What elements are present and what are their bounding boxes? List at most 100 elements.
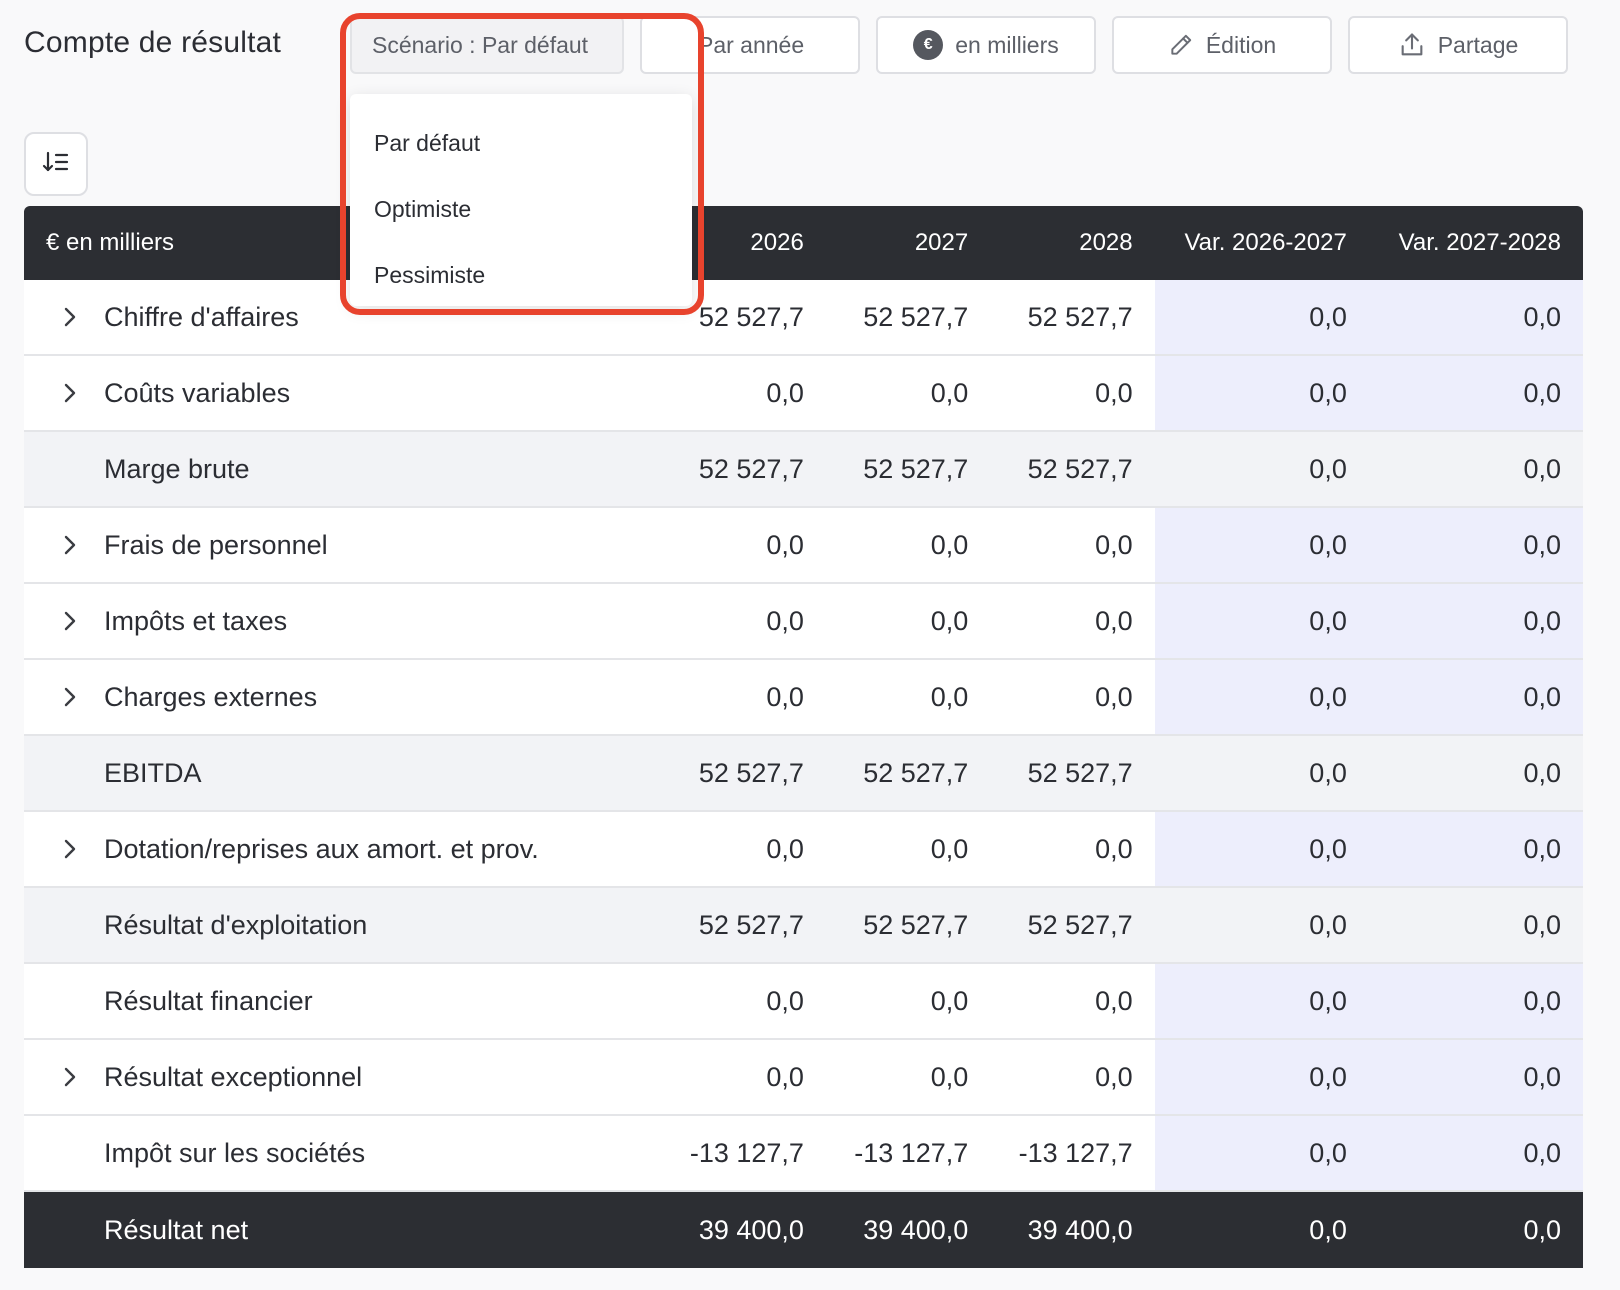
row-label-cell: Résultat exceptionnel <box>24 1040 662 1114</box>
table-row[interactable]: Coûts variables 0,0 0,0 0,0 0,0 0,0 <box>24 356 1583 432</box>
value-cell: 0,0 <box>1095 681 1133 712</box>
table-row: Résultat financier 0,0 0,0 0,0 0,0 0,0 <box>24 964 1583 1040</box>
row-label-cell: Marge brute <box>24 432 662 506</box>
chevron-right-icon[interactable] <box>58 533 82 557</box>
value-cell: 0,0 <box>1095 985 1133 1016</box>
row-label-cell: Résultat net <box>24 1192 662 1268</box>
value-cell: 0,0 <box>930 1061 969 1092</box>
variance-cell: 0,0 <box>1368 508 1583 582</box>
value-cell: 0,0 <box>766 985 804 1016</box>
table-row[interactable]: Charges externes 0,0 0,0 0,0 0,0 0,0 <box>24 660 1583 736</box>
value-cell: 0,0 <box>930 681 969 712</box>
sort-icon <box>42 150 70 179</box>
variance-cell: 0,0 <box>1154 888 1369 962</box>
variance-cell: 0,0 <box>1368 812 1583 886</box>
table-row: Impôt sur les sociétés -13 127,7 -13 127,7… <box>24 1116 1583 1192</box>
variance-cell: 0,0 <box>1154 736 1369 810</box>
variance-cell: 0,0 <box>1368 964 1583 1038</box>
value-cell: 39 400,0 <box>863 1214 969 1245</box>
table-row[interactable]: Frais de personnel 0,0 0,0 0,0 0,0 0,0 <box>24 508 1583 584</box>
variance-cell: 0,0 <box>1368 888 1583 962</box>
row-label: Frais de personnel <box>104 529 328 560</box>
table-row[interactable]: Impôts et taxes 0,0 0,0 0,0 0,0 0,0 <box>24 584 1583 660</box>
scenario-option-default[interactable]: Par défaut <box>350 110 692 176</box>
scenario-dropdown: Par défaut Optimiste Pessimiste <box>350 94 692 306</box>
row-label: EBITDA <box>104 757 202 788</box>
value-cell: 52 527,7 <box>863 301 969 332</box>
row-label: Marge brute <box>104 453 250 484</box>
chevron-right-icon[interactable] <box>58 305 82 329</box>
scenario-select[interactable]: Scénario : Par défaut <box>350 16 624 74</box>
page-title: Compte de résultat <box>24 26 282 59</box>
variance-cell: 0,0 <box>1154 812 1369 886</box>
chevron-right-icon[interactable] <box>58 609 82 633</box>
row-label-cell: EBITDA <box>24 736 662 810</box>
row-label-cell: Impôt sur les sociétés <box>24 1116 662 1190</box>
share-icon <box>1398 31 1426 59</box>
row-label-cell: Résultat financier <box>24 964 662 1038</box>
variance-cell: 0,0 <box>1368 356 1583 430</box>
row-label-cell: Dotation/reprises aux amort. et prov. <box>24 812 662 886</box>
variance-cell: 0,0 <box>1368 660 1583 734</box>
value-cell: 52 527,7 <box>1027 301 1133 332</box>
value-cell: 52 527,7 <box>863 909 969 940</box>
value-cell: 0,0 <box>930 529 969 560</box>
table-row[interactable]: Chiffre d'affaires 52 527,7 52 527,7 52 527… <box>24 280 1583 356</box>
header-col: Var. 2027-2028 <box>1398 229 1561 256</box>
sort-button[interactable] <box>24 132 88 196</box>
value-cell: 0,0 <box>1095 377 1133 408</box>
row-label: Résultat exceptionnel <box>104 1061 363 1092</box>
variance-cell: 0,0 <box>1368 432 1583 506</box>
table-row: Résultat d'exploitation 52 527,7 52 527,7 5… <box>24 888 1583 964</box>
variance-cell: 0,0 <box>1154 584 1369 658</box>
share-label: Partage <box>1437 31 1519 58</box>
header-col: Var. 2026-2027 <box>1184 229 1347 256</box>
units-button[interactable]: € en milliers <box>876 16 1096 74</box>
income-statement-table: € en milliers 2026 2027 2028 Var. 2026-2… <box>24 206 1583 1268</box>
value-cell: 0,0 <box>930 985 969 1016</box>
row-label: Résultat d'exploitation <box>104 909 368 940</box>
row-label: Impôts et taxes <box>104 605 288 636</box>
variance-cell: 0,0 <box>1154 356 1369 430</box>
value-cell: -13 127,7 <box>689 1137 804 1168</box>
table-row[interactable]: Résultat exceptionnel 0,0 0,0 0,0 0,0 0,0 <box>24 1040 1583 1116</box>
variance-cell: 0,0 <box>1523 1214 1561 1245</box>
pencil-icon <box>1168 32 1194 58</box>
value-cell: 39 400,0 <box>698 1214 804 1245</box>
value-cell: 0,0 <box>766 377 804 408</box>
header-col: 2028 <box>1079 229 1133 256</box>
row-label-cell: Résultat d'exploitation <box>24 888 662 962</box>
chevron-right-icon[interactable] <box>58 381 82 405</box>
value-cell: -13 127,7 <box>854 1137 969 1168</box>
value-cell: 52 527,7 <box>698 453 804 484</box>
edit-label: Édition <box>1205 31 1277 58</box>
table-row: EBITDA 52 527,7 52 527,7 52 527,7 0,0 0,0 <box>24 736 1583 812</box>
value-cell: 52 527,7 <box>1027 453 1133 484</box>
chevron-right-icon[interactable] <box>58 685 82 709</box>
value-cell: 0,0 <box>1095 529 1133 560</box>
value-cell: 0,0 <box>930 605 969 636</box>
variance-cell: 0,0 <box>1368 280 1583 354</box>
variance-cell: 0,0 <box>1154 280 1369 354</box>
value-cell: 0,0 <box>1095 833 1133 864</box>
table-row[interactable]: Dotation/reprises aux amort. et prov. 0,0… <box>24 812 1583 888</box>
scenario-option-pessimistic[interactable]: Pessimiste <box>350 242 692 308</box>
chevron-right-icon[interactable] <box>58 1065 82 1089</box>
value-cell: 0,0 <box>1095 605 1133 636</box>
variance-cell: 0,0 <box>1368 1040 1583 1114</box>
header-col: 2027 <box>914 229 969 256</box>
scenario-option-optimistic[interactable]: Optimiste <box>350 176 692 242</box>
share-button[interactable]: Partage <box>1348 16 1568 74</box>
value-cell: 0,0 <box>766 529 804 560</box>
edit-button[interactable]: Édition <box>1112 16 1332 74</box>
variance-cell: 0,0 <box>1368 736 1583 810</box>
table-row: Résultat net 39 400,0 39 400,0 39 400,0 0,0 0… <box>24 1192 1583 1268</box>
variance-cell: 0,0 <box>1368 584 1583 658</box>
value-cell: 0,0 <box>1095 1061 1133 1092</box>
period-select[interactable]: Par année <box>640 16 860 74</box>
value-cell: 52 527,7 <box>863 453 969 484</box>
euro-icon: € <box>913 30 944 60</box>
value-cell: 52 527,7 <box>863 757 969 788</box>
chevron-right-icon[interactable] <box>58 837 82 861</box>
variance-cell: 0,0 <box>1368 1116 1583 1190</box>
